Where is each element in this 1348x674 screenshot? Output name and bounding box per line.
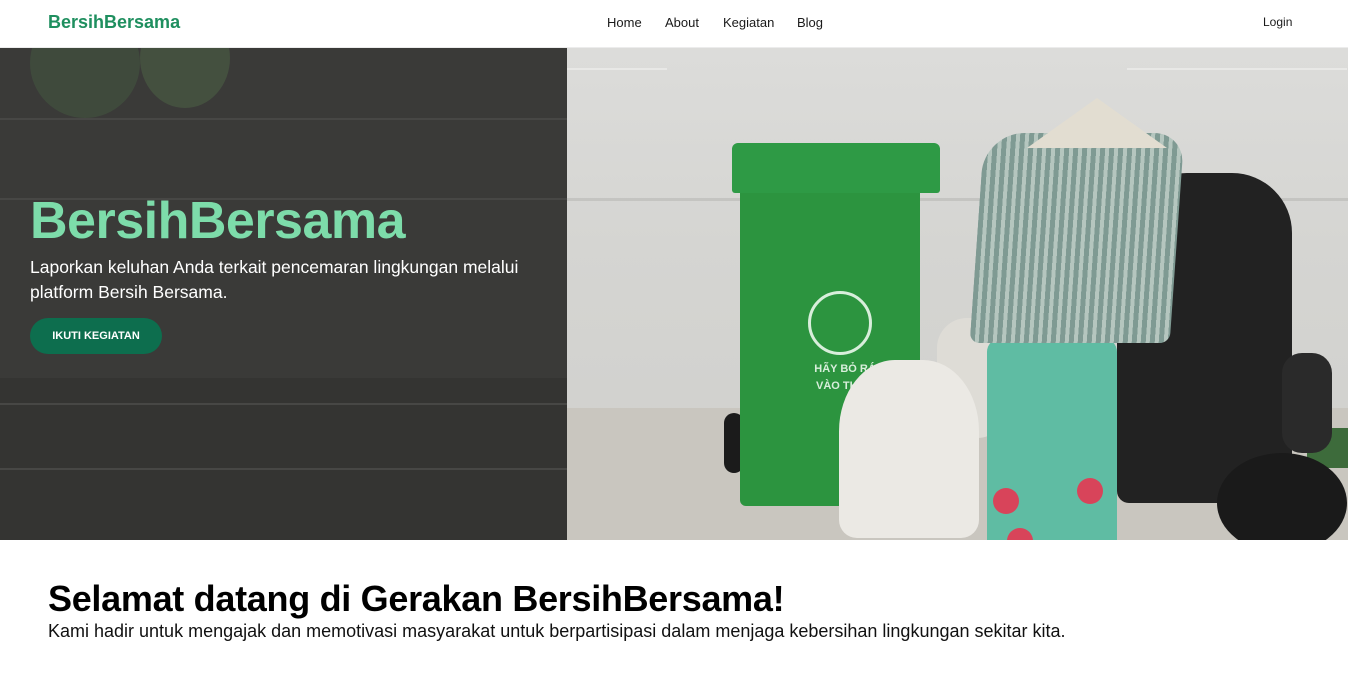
flower-pattern [1007, 528, 1033, 540]
navbar: BersihBersama Home About Kegiatan Blog L… [0, 0, 1348, 48]
ikuti-kegiatan-button[interactable]: IKUTI KEGIATAN [30, 318, 162, 354]
background-foliage [140, 48, 230, 108]
worker-shirt [969, 133, 1185, 343]
welcome-text: Kami hadir untuk mengajak dan memotivasi… [48, 621, 1066, 641]
login-link[interactable]: Login [1263, 15, 1292, 29]
bin-lid [732, 143, 940, 193]
road-marking [1127, 68, 1347, 70]
nav-blog-link[interactable]: Blog [797, 15, 823, 30]
worker-pants [987, 338, 1117, 540]
hero-subtitle: Laporkan keluhan Anda terkait pencemaran… [30, 257, 519, 302]
trash-icon [808, 291, 872, 355]
hero-section: BersihBersama Laporkan keluhan Anda terk… [0, 48, 1348, 540]
nav-kegiatan-link[interactable]: Kegiatan [723, 15, 774, 30]
plastic-bag [839, 360, 979, 538]
nav-about-link[interactable]: About [665, 15, 699, 30]
background-foliage [30, 48, 140, 118]
hero-title: BersihBersama [30, 192, 406, 250]
hero-photo: HÃY BỎ RÁC VÀO THÙNG [567, 48, 1348, 540]
black-bag [1282, 353, 1332, 453]
nav-links: Home About Kegiatan Blog [0, 15, 1348, 33]
background-line [0, 468, 567, 470]
road-marking [567, 68, 667, 70]
welcome-title: Selamat datang di Gerakan BersihBersama! [48, 578, 785, 619]
conical-hat [1027, 98, 1167, 148]
nav-home-link[interactable]: Home [607, 15, 642, 30]
background-line [0, 118, 567, 120]
flower-pattern [1077, 478, 1103, 504]
background-line [0, 403, 567, 405]
flower-pattern [993, 488, 1019, 514]
hero-overlay-panel: BersihBersama Laporkan keluhan Anda terk… [0, 48, 567, 540]
